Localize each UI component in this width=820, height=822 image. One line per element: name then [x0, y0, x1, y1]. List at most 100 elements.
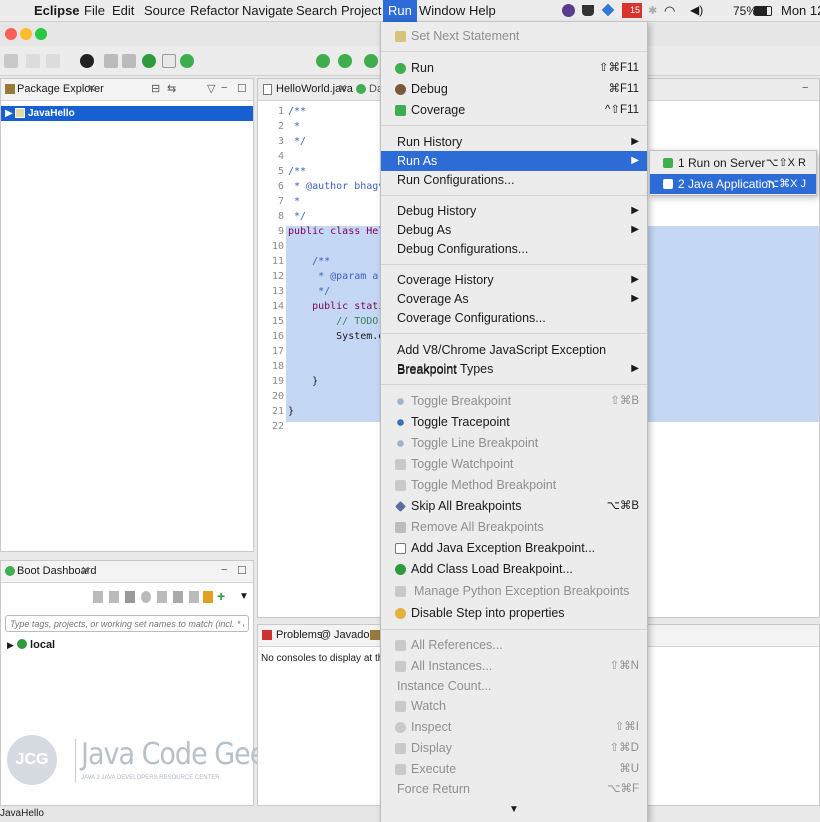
menu-item-coverage-configurations[interactable]: Coverage Configurations... [381, 308, 647, 328]
close-window-button[interactable] [5, 28, 17, 40]
menu-item-add-v8-breakpoint[interactable]: Add V8/Chrome JavaScript Exception Break… [381, 340, 647, 377]
external-tools-icon[interactable] [364, 54, 378, 68]
menu-item-add-class-load-breakpoint[interactable]: Add Class Load Breakpoint... [381, 559, 647, 579]
minimize-icon[interactable]: − [221, 564, 227, 576]
menu-item-debug-history[interactable]: Debug History ▶ [381, 201, 647, 221]
menu-scroll-down-arrow[interactable]: ▼ [381, 804, 647, 815]
menu-item-all-instances[interactable]: All Instances... ⇧⌘N [381, 656, 647, 676]
menu-item-execute[interactable]: Execute ⌘U [381, 759, 647, 779]
toolbar-icon-c[interactable] [162, 54, 176, 68]
filter-input[interactable] [5, 615, 249, 632]
maximize-icon[interactable]: ☐ [237, 564, 247, 577]
stop-icon[interactable] [109, 591, 119, 603]
menu-item-run-configurations[interactable]: Run Configurations... [381, 170, 647, 190]
menu-item-skip-all-breakpoints[interactable]: Skip All Breakpoints ⌥⌘B [381, 496, 647, 516]
toolbar-icon-b[interactable] [122, 54, 136, 68]
coverage-toolbar-icon[interactable] [338, 54, 352, 68]
menu-item-inspect[interactable]: Inspect ⇧⌘I [381, 717, 647, 737]
menu-item-toggle-line-breakpoint[interactable]: Toggle Line Breakpoint [381, 433, 647, 453]
start-icon[interactable] [93, 591, 103, 603]
volume-icon[interactable]: ◀) [690, 3, 703, 17]
notification-badge[interactable]: 15 [622, 3, 642, 18]
menu-item-watch[interactable]: Watch [381, 696, 647, 716]
tab-problems[interactable]: Problems [276, 629, 322, 641]
menu-item-coverage-as[interactable]: Coverage As ▶ [381, 289, 647, 309]
menu-run[interactable]: Run [383, 0, 417, 22]
menu-item-debug-as[interactable]: Debug As ▶ [381, 220, 647, 240]
menubar-clock[interactable]: Mon 12:5 [781, 3, 820, 18]
menu-item-force-return[interactable]: Force Return ⌥⌘F [381, 779, 647, 799]
tab-javadoc[interactable]: Javadoc [334, 629, 375, 641]
new-icon[interactable] [4, 54, 18, 68]
menu-item-toggle-tracepoint[interactable]: Toggle Tracepoint [381, 412, 647, 432]
battery-icon[interactable] [754, 6, 772, 16]
menu-app-name[interactable]: Eclipse [34, 3, 80, 18]
open-console-icon[interactable] [157, 591, 167, 603]
view-menu-icon[interactable]: ▽ [207, 82, 215, 95]
menu-item-instance-count[interactable]: Instance Count... [381, 676, 647, 696]
menu-item-display[interactable]: Display ⇧⌘D [381, 738, 647, 758]
edit-icon[interactable] [173, 591, 183, 603]
link-editor-icon[interactable]: ⇆ [167, 82, 176, 95]
menu-project[interactable]: Project [341, 3, 381, 18]
add-icon[interactable]: + [217, 589, 225, 603]
save-icon[interactable] [26, 54, 40, 68]
link-icon[interactable] [189, 591, 199, 603]
menu-item-toggle-method-breakpoint[interactable]: Toggle Method Breakpoint [381, 475, 647, 495]
submenu-item-run-on-server[interactable]: 1 Run on Server ⌥⇧X R [650, 153, 816, 173]
close-tab-icon[interactable]: ✕ [87, 82, 96, 95]
minimize-icon[interactable]: − [802, 82, 808, 94]
menu-refactor[interactable]: Refactor [190, 3, 239, 18]
menu-item-debug[interactable]: Debug ⌘F11 [381, 79, 647, 99]
status-app-icon[interactable] [562, 4, 575, 17]
menu-item-remove-all-breakpoints[interactable]: Remove All Breakpoints [381, 517, 647, 537]
menu-edit[interactable]: Edit [112, 3, 134, 18]
expand-arrow-icon[interactable]: ▶ [7, 640, 14, 650]
menu-item-coverage[interactable]: Coverage ^⇧F11 [381, 100, 647, 120]
run-toolbar-icon[interactable] [316, 54, 330, 68]
menu-item-run-as[interactable]: Run As ▶ [381, 151, 647, 171]
toolbar-icon-d[interactable] [180, 54, 194, 68]
debug-toolbar-icon[interactable] [80, 54, 94, 68]
menu-file[interactable]: File [84, 3, 105, 18]
coffee-icon[interactable] [582, 5, 594, 16]
menu-item-run[interactable]: Run ⇧⌘F11 [381, 58, 647, 78]
project-tree-row[interactable]: ▶ JavaHello [1, 106, 253, 121]
open-browser-icon[interactable] [141, 591, 151, 603]
toolbar-icon-a[interactable] [104, 54, 118, 68]
collapse-all-icon[interactable]: ⊟ [151, 82, 160, 95]
menu-window[interactable]: Window [419, 3, 465, 18]
menu-help[interactable]: Help [469, 3, 496, 18]
bluetooth-icon[interactable]: ✱ [648, 4, 657, 17]
menu-item-toggle-watchpoint[interactable]: Toggle Watchpoint [381, 454, 647, 474]
menu-source[interactable]: Source [144, 3, 185, 18]
maximize-icon[interactable]: ☐ [237, 82, 247, 95]
menu-item-manage-python-exception-breakpoints[interactable]: Manage Python Exception Breakpoints [381, 581, 647, 601]
expand-arrow-icon[interactable]: ▶ [5, 106, 13, 121]
menu-search[interactable]: Search [296, 3, 337, 18]
minimize-window-button[interactable] [20, 28, 32, 40]
wifi-icon[interactable]: ◠ [664, 3, 675, 19]
local-tree-row[interactable]: ▶ local [7, 639, 55, 651]
close-tab-icon[interactable]: ✕ [338, 82, 347, 95]
save-all-icon[interactable] [46, 54, 60, 68]
close-tab-icon[interactable]: ✕ [81, 564, 90, 577]
spring-icon[interactable] [142, 54, 156, 68]
submenu-item-java-application[interactable]: 2 Java Application ⌥⌘X J [650, 174, 816, 194]
zoom-window-button[interactable] [35, 28, 47, 40]
menu-item-coverage-history[interactable]: Coverage History ▶ [381, 270, 647, 290]
menu-item-breakpoint-types[interactable]: Breakpoint Types ▶ [381, 359, 647, 379]
delete-icon[interactable] [125, 591, 135, 603]
menu-item-debug-configurations[interactable]: Debug Configurations... [381, 239, 647, 259]
menu-item-run-history[interactable]: Run History ▶ [381, 132, 647, 152]
minimize-icon[interactable]: − [221, 82, 227, 94]
menu-item-toggle-breakpoint[interactable]: Toggle Breakpoint ⇧⌘B [381, 391, 647, 411]
dropbox-icon[interactable] [601, 3, 615, 17]
view-menu-icon[interactable]: ▼ [239, 591, 249, 603]
menu-navigate[interactable]: Navigate [242, 3, 293, 18]
menu-item-all-references[interactable]: All References... [381, 635, 647, 655]
refresh-icon[interactable] [203, 591, 213, 603]
menu-item-set-next-statement[interactable]: Set Next Statement [381, 26, 647, 46]
menu-item-disable-step-into-properties[interactable]: Disable Step into properties [381, 603, 647, 623]
menu-item-add-java-exception-breakpoint[interactable]: Add Java Exception Breakpoint... [381, 538, 647, 558]
